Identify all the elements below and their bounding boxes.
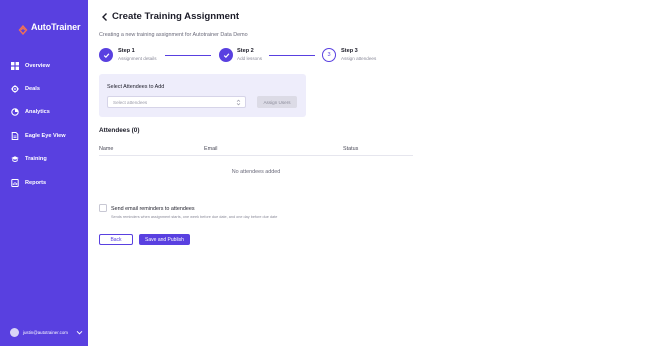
- sidebar-item-eagle-eye-view[interactable]: Eagle Eye View: [0, 124, 88, 147]
- sidebar-item-label: Overview: [25, 62, 50, 69]
- gear-icon: [11, 85, 19, 93]
- user-menu[interactable]: justin@autotrainer.com: [10, 328, 83, 337]
- step-1-check-icon: [99, 48, 113, 62]
- sidebar: AutoTrainer Overview Deals Analytics Eag…: [0, 0, 88, 346]
- select-attendees-card: Select Attendees to Add Select attendees…: [99, 74, 306, 117]
- step-2-desc: Add lessons: [237, 56, 263, 61]
- sidebar-item-label: Training: [25, 156, 47, 163]
- assign-users-button[interactable]: Assign Users: [257, 96, 297, 108]
- step-3-number: 3: [327, 52, 331, 58]
- step-2-title: Step 2: [237, 48, 254, 54]
- save-and-publish-label: Save and Publish: [145, 236, 184, 243]
- brand[interactable]: AutoTrainer: [18, 22, 81, 36]
- grid-icon: [11, 61, 19, 70]
- column-header-status[interactable]: Status: [343, 146, 358, 152]
- step-connector: [165, 55, 211, 56]
- reminder-help-text: Sends reminders when assignment starts, …: [111, 215, 278, 219]
- sidebar-item-training[interactable]: Training: [0, 148, 88, 171]
- select-card-title: Select Attendees to Add: [107, 84, 165, 90]
- stepper: Step 1 Assignment details Step 2 Add les…: [99, 48, 389, 62]
- step-1-title: Step 1: [118, 48, 135, 54]
- attendees-table-header: Name Email Status: [99, 146, 413, 156]
- avatar: [10, 328, 19, 337]
- step-2-check-icon: [219, 48, 233, 62]
- sidebar-item-label: Eagle Eye View: [25, 132, 66, 139]
- assign-users-label: Assign Users: [263, 99, 291, 105]
- sidebar-item-analytics[interactable]: Analytics: [0, 101, 88, 124]
- step-3-indicator: 3: [322, 48, 336, 62]
- attendee-select[interactable]: Select attendees: [107, 96, 246, 108]
- page-subtitle: Creating a new training assignment for A…: [99, 32, 248, 38]
- reminder-checkbox[interactable]: [99, 204, 107, 212]
- reminder-label[interactable]: Send email reminders to attendees: [111, 206, 195, 212]
- sidebar-item-label: Analytics: [25, 109, 50, 116]
- back-button-label: Back: [110, 236, 122, 243]
- sidebar-item-label: Reports: [25, 179, 47, 186]
- main-content: Create Training Assignment Creating a ne…: [88, 0, 670, 346]
- step-3-title: Step 3: [341, 48, 358, 54]
- page-title: Create Training Assignment: [112, 11, 240, 22]
- column-header-name[interactable]: Name: [99, 146, 113, 152]
- pie-chart-icon: [11, 108, 19, 117]
- autotrainer-logo-icon: [18, 22, 28, 36]
- sidebar-item-reports[interactable]: Reports: [0, 171, 88, 194]
- step-1-desc: Assignment details: [118, 56, 157, 61]
- back-arrow-icon[interactable]: [100, 12, 110, 22]
- sidebar-nav: Overview Deals Analytics Eagle Eye View …: [0, 54, 88, 194]
- empty-attendees-message: No attendees added: [231, 169, 281, 175]
- chevron-down-icon[interactable]: [76, 329, 83, 336]
- chevron-updown-icon: [236, 99, 241, 106]
- step-connector: [269, 55, 315, 56]
- attendees-heading: Attendees (0): [99, 127, 140, 134]
- step-3-desc: Assign attendees: [341, 56, 377, 61]
- sidebar-item-deals[interactable]: Deals: [0, 77, 88, 100]
- save-and-publish-button[interactable]: Save and Publish: [139, 234, 190, 245]
- report-icon: [11, 178, 19, 187]
- sidebar-item-overview[interactable]: Overview: [0, 54, 88, 77]
- attendee-select-placeholder: Select attendees: [113, 99, 148, 105]
- column-header-email[interactable]: Email: [204, 146, 217, 152]
- graduation-cap-icon: [11, 155, 19, 163]
- brand-name: AutoTrainer: [31, 22, 81, 32]
- document-icon: [11, 131, 19, 140]
- back-button[interactable]: Back: [99, 234, 133, 245]
- sidebar-item-label: Deals: [25, 86, 40, 93]
- user-email: justin@autotrainer.com: [23, 330, 68, 335]
